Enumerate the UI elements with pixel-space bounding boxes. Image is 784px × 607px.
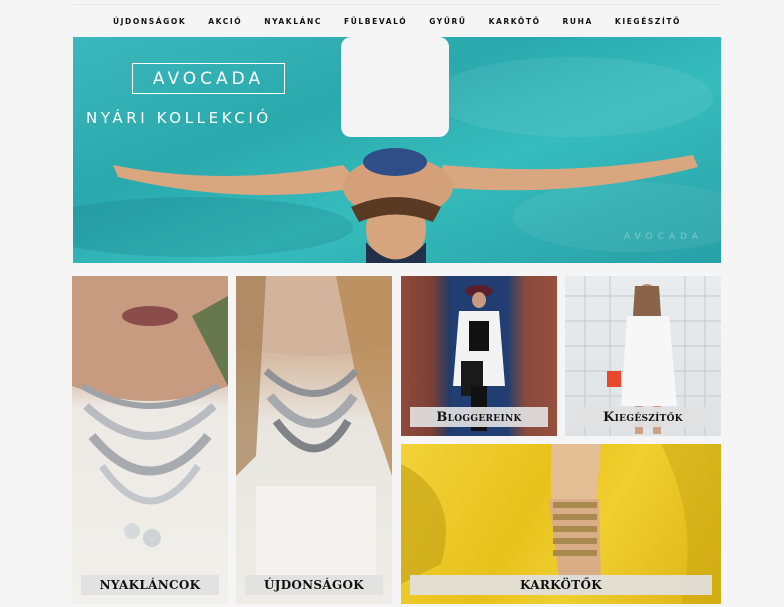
- tile-new-label: ÚJDONSÁGOK: [245, 575, 383, 595]
- nav-item-kiegeszito[interactable]: KIEGÉSZÍTŐ: [604, 17, 692, 26]
- nav-item-akcio[interactable]: AKCIÓ: [197, 17, 253, 26]
- nav-item-gyuru[interactable]: GYŰRŰ: [418, 17, 477, 26]
- tile-necklaces[interactable]: NYAKLÁNCOK: [72, 276, 228, 604]
- brand-logo: AVOCADA: [132, 63, 285, 94]
- necklaces-image: [72, 276, 228, 547]
- page: ÚJDONSÁGOK AKCIÓ NYAKLÁNC FÜLBEVALÓ GYŰR…: [0, 0, 784, 607]
- main-navigation: ÚJDONSÁGOK AKCIÓ NYAKLÁNC FÜLBEVALÓ GYŰR…: [73, 10, 721, 32]
- hero-banner[interactable]: AVOCADA NYÁRI KOLLEKCIÓ AVOCADA: [73, 37, 721, 263]
- nav-item-ruha[interactable]: RUHA: [552, 17, 604, 26]
- tile-accessories[interactable]: Kiegészítők: [565, 276, 721, 436]
- new-items-image: [236, 276, 392, 586]
- nav-item-fulbevalo[interactable]: FÜLBEVALÓ: [333, 17, 418, 26]
- hero-watermark: AVOCADA: [623, 232, 703, 242]
- brand-logo-text: AVOCADA: [152, 68, 265, 89]
- tile-bloggers[interactable]: Bloggereink: [401, 276, 557, 436]
- tile-necklaces-label: NYAKLÁNCOK: [81, 575, 219, 595]
- tile-bloggers-label: Bloggereink: [410, 407, 548, 427]
- tile-accessories-label: Kiegészítők: [574, 407, 712, 427]
- nav-item-ujdonsagok[interactable]: ÚJDONSÁGOK: [102, 17, 197, 26]
- hero-subtitle: NYÁRI KOLLEKCIÓ: [86, 109, 272, 127]
- nav-item-karkoto[interactable]: KARKÖTŐ: [478, 17, 552, 26]
- tile-new[interactable]: ÚJDONSÁGOK: [236, 276, 392, 604]
- tile-bracelets[interactable]: KARKÖTŐK: [401, 444, 721, 604]
- nav-item-nyaklanc[interactable]: NYAKLÁNC: [253, 17, 333, 26]
- tile-bracelets-label: KARKÖTŐK: [410, 575, 712, 595]
- top-divider: [73, 4, 721, 5]
